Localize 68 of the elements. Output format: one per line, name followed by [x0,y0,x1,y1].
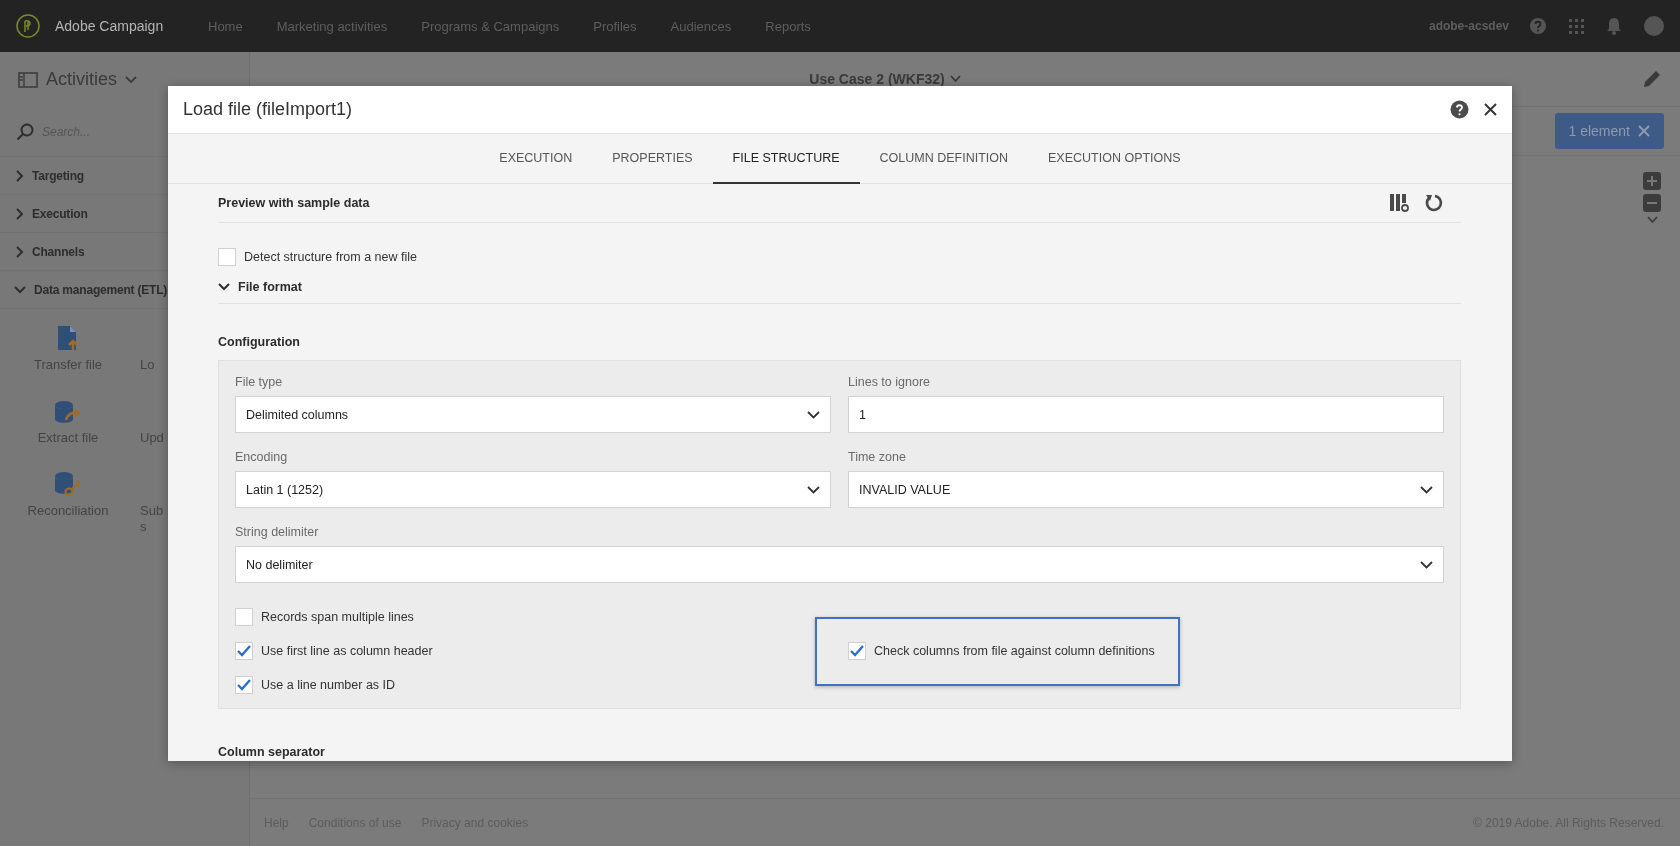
chevron-down-icon[interactable] [1646,216,1658,224]
checkbox[interactable] [848,642,866,660]
field-label: Encoding [235,450,289,464]
chevron-down-icon [218,281,230,292]
chevron-down-icon [1420,560,1433,569]
zoom-in-icon[interactable] [1643,172,1661,190]
close-icon [1638,125,1650,137]
field-label: File type [235,375,284,389]
panel-icon [18,71,38,88]
zoom-out-icon[interactable] [1643,194,1661,212]
chevron-right-icon [14,206,24,221]
checkbox[interactable] [235,642,253,660]
database-key-icon[interactable] [54,471,82,497]
dialog-title: Load file (fileImport1) [183,99,354,120]
checkbox-label: Check columns from file against column definitions [874,644,1155,658]
section-title: Configuration [218,335,301,349]
section-title: Column separator [218,745,326,760]
checkbox-label: Records span multiple lines [261,610,414,624]
input-field[interactable]: 1 [848,396,1444,433]
chevron-down-icon [1420,485,1433,494]
checkbox-label: Use first line as column header [261,644,433,658]
close-icon[interactable] [1484,103,1497,116]
nav-link[interactable]: Audiences [670,18,732,34]
tab[interactable]: EXECUTION OPTIONS [1028,134,1201,184]
tab[interactable]: EXECUTION [479,134,593,184]
file-upload-icon[interactable] [57,325,79,351]
dropdown[interactable]: INVALID VALUE [848,471,1444,508]
user-name[interactable]: adobe-acsdev [1428,19,1509,33]
checkbox[interactable] [218,248,236,266]
refresh-icon[interactable] [1425,193,1445,213]
columns-settings-icon[interactable] [1389,193,1409,213]
help-icon[interactable] [1450,100,1469,119]
nav-link[interactable]: Home [208,18,243,34]
workflow-title[interactable]: Use Case 2 (WKF32) [809,71,961,87]
chevron-right-icon [14,168,24,183]
nav-link[interactable]: Programs & Campaigns [421,18,560,34]
chevron-down-icon [14,284,26,295]
search-icon [16,122,34,141]
chevron-down-icon [807,485,820,494]
chevron-down-icon [807,410,820,419]
dropdown[interactable]: Latin 1 (1252) [235,471,831,508]
tab[interactable]: FILE STRUCTURE [712,134,860,184]
nav-link[interactable]: Reports [765,18,811,34]
selection-badge[interactable]: 1 element [1554,113,1664,149]
dropdown[interactable]: Delimited columns [235,396,831,433]
chevron-right-icon [14,244,24,259]
checkbox-label: Use a line number as ID [261,678,396,692]
bell-icon[interactable] [1606,17,1622,35]
activities-menu[interactable]: Activities [18,69,137,90]
chevron-down-icon [949,75,961,83]
logo-icon [16,14,40,38]
app-name: Adobe Campaign [55,18,164,34]
tab[interactable]: COLUMN DEFINITION [859,134,1029,184]
chevron-down-icon [125,75,137,84]
field-label: Lines to ignore [848,375,931,389]
tab[interactable]: PROPERTIES [592,134,713,184]
database-arrow-icon[interactable] [54,400,82,424]
avatar-icon[interactable] [1644,16,1664,36]
checkbox[interactable] [235,608,253,626]
field-label: String delimiter [235,525,320,539]
apps-grid-icon[interactable] [1569,18,1584,34]
nav-link[interactable]: Marketing activities [276,18,388,34]
dropdown[interactable]: No delimiter [235,546,1444,583]
checkbox[interactable] [235,676,253,694]
pencil-icon[interactable] [1642,69,1662,89]
field-label: Time zone [848,450,907,464]
nav-link[interactable]: Profiles [593,18,637,34]
file-format-toggle[interactable]: File format [218,274,1461,304]
